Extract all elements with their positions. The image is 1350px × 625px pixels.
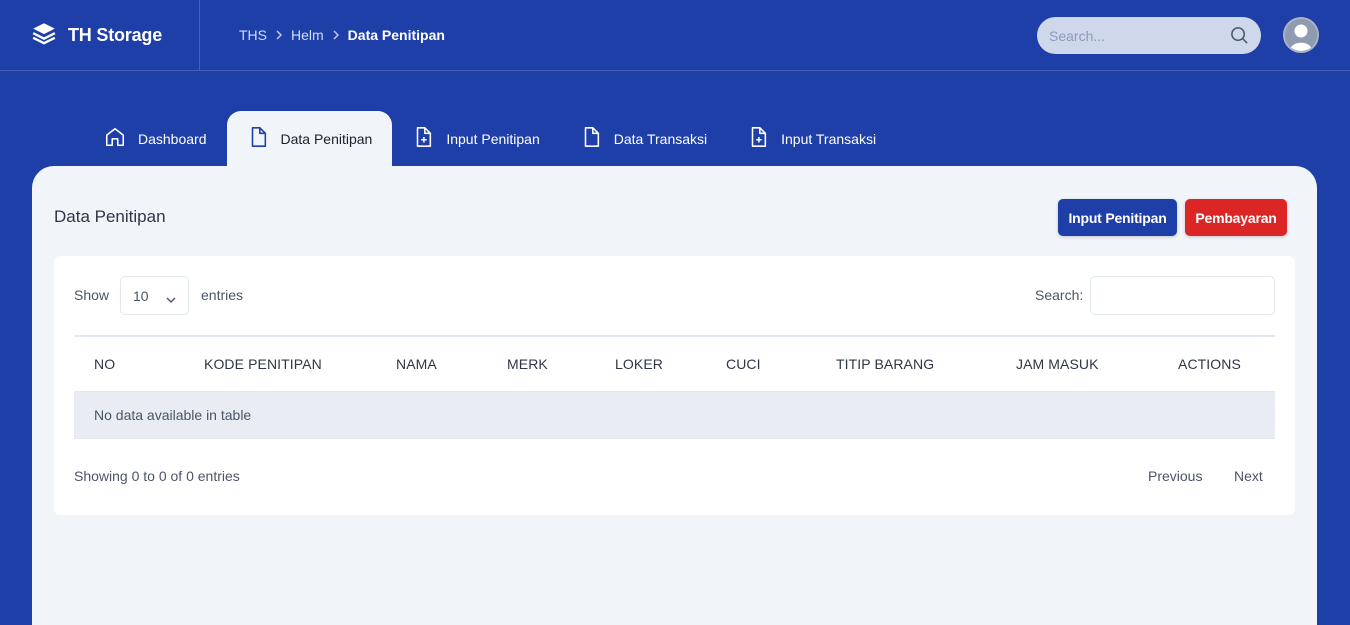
pagination-previous[interactable]: Previous: [1148, 468, 1202, 484]
column-header-nama[interactable]: NAMA: [376, 336, 487, 391]
file-icon: [247, 126, 269, 151]
brand-name: TH Storage: [68, 24, 163, 45]
file-plus-icon: [412, 126, 434, 151]
top-navbar: TH Storage THS Helm Data Penitipan: [0, 0, 1350, 71]
chevron-right-icon: [332, 30, 340, 40]
file-plus-icon: [747, 126, 769, 151]
tab-label: Input Penitipan: [446, 130, 540, 147]
column-header-loker[interactable]: LOKER: [595, 336, 706, 391]
entries-length-value: 10: [133, 287, 149, 304]
column-header-no[interactable]: NO: [74, 336, 184, 391]
pagination-next[interactable]: Next: [1234, 468, 1263, 484]
data-table: NO KODE PENITIPAN NAMA MERK LOKER CUCI T…: [74, 335, 1275, 439]
column-header-jam-masuk[interactable]: JAM MASUK: [996, 336, 1158, 391]
tab-label: Input Transaksi: [781, 130, 877, 147]
tab-data-transaksi[interactable]: Data Transaksi: [560, 111, 727, 166]
pembayaran-button[interactable]: Pembayaran: [1185, 199, 1287, 236]
column-header-kode-penitipan[interactable]: KODE PENITIPAN: [184, 336, 376, 391]
table-header-row: NO KODE PENITIPAN NAMA MERK LOKER CUCI T…: [74, 336, 1275, 391]
tab-data-penitipan[interactable]: Data Penitipan: [226, 111, 393, 166]
empty-table-message: No data available in table: [94, 406, 252, 423]
table-row: No data available in table: [74, 391, 1275, 438]
table-info: Showing 0 to 0 of 0 entries: [74, 468, 240, 484]
tab-bar: Dashboard Data Penitipan Input Penitipan…: [84, 111, 896, 166]
tab-label: Data Transaksi: [613, 130, 708, 147]
search-icon[interactable]: [1230, 26, 1249, 50]
avatar[interactable]: [1283, 17, 1319, 53]
tab-input-transaksi[interactable]: Input Transaksi: [727, 111, 896, 166]
page-title: Data Penitipan: [54, 207, 166, 226]
global-search: [1037, 17, 1261, 54]
tab-label: Data Penitipan: [280, 130, 373, 147]
tab-input-penitipan[interactable]: Input Penitipan: [392, 111, 559, 166]
entries-label: entries: [201, 287, 244, 303]
table-card: Show 10 entries Search: NO KODE PENITIPA…: [54, 256, 1295, 515]
breadcrumb: THS Helm Data Penitipan: [239, 0, 445, 70]
chevron-right-icon: [275, 30, 283, 40]
breadcrumb-item-current: Data Penitipan: [347, 27, 445, 43]
layers-icon: [31, 20, 57, 51]
breadcrumb-item-helm[interactable]: Helm: [291, 27, 324, 43]
file-icon: [580, 126, 602, 151]
global-search-input[interactable]: [1049, 27, 1229, 44]
tab-label: Dashboard: [138, 130, 207, 147]
brand[interactable]: TH Storage: [0, 0, 200, 70]
column-header-actions[interactable]: ACTIONS: [1158, 336, 1275, 391]
table-search-label: Search:: [1035, 287, 1084, 303]
column-header-cuci[interactable]: CUCI: [706, 336, 816, 391]
breadcrumb-item-ths[interactable]: THS: [239, 27, 267, 43]
home-icon: [104, 126, 126, 151]
table-search-input[interactable]: [1090, 276, 1275, 315]
column-header-titip-barang[interactable]: TITIP BARANG: [816, 336, 996, 391]
chevron-down-icon: [166, 291, 176, 307]
input-penitipan-button[interactable]: Input Penitipan: [1058, 199, 1177, 236]
content-panel: Data Penitipan Input Penitipan Pembayara…: [32, 166, 1317, 625]
tab-dashboard[interactable]: Dashboard: [84, 111, 227, 166]
show-label: Show: [74, 287, 110, 303]
entries-length-select[interactable]: 10: [120, 276, 189, 315]
column-header-merk[interactable]: MERK: [487, 336, 595, 391]
